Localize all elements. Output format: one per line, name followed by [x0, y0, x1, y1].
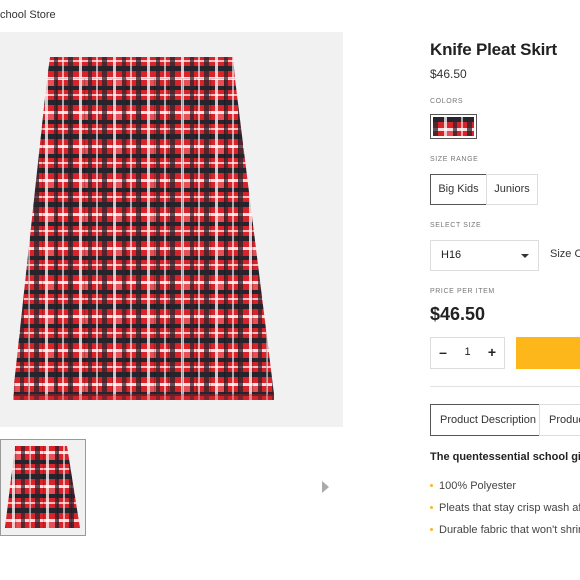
colors-label: COLORS [430, 98, 464, 105]
skirt-thumbnail [1, 440, 85, 535]
size-range-label: SIZE RANGE [430, 156, 479, 163]
select-size-label: SELECT SIZE [430, 222, 482, 229]
size-select[interactable]: H16 [430, 240, 539, 271]
breadcrumb[interactable]: chool Store [0, 9, 56, 21]
description-heading: The quentessential school girl sk [430, 451, 580, 463]
price-per-item-label: PRICE PER ITEM [430, 288, 495, 295]
product-price: $46.50 [430, 67, 467, 81]
bullet-dot-icon [430, 527, 433, 531]
size-range-big-kids-button[interactable]: Big Kids [430, 174, 487, 205]
bullet-dot-icon [430, 483, 433, 487]
list-item: Durable fabric that won't shrink [430, 524, 580, 536]
main-product-image [0, 32, 343, 427]
tab-product-description[interactable]: Product Description [430, 404, 540, 436]
size-select-value: H16 [441, 249, 462, 261]
next-image-arrow-icon[interactable] [322, 481, 329, 493]
list-item: Pleats that stay crisp wash afte [430, 502, 580, 514]
size-range-juniors-button[interactable]: Juniors [486, 174, 538, 205]
bullet-text: Durable fabric that won't shrink [439, 524, 580, 536]
bullet-dot-icon [430, 505, 433, 509]
tab-product-details[interactable]: Produc [539, 404, 580, 436]
color-swatch-plaid[interactable] [430, 114, 477, 139]
list-item: 100% Polyester [430, 480, 516, 492]
size-chart-link[interactable]: Size Ch [550, 248, 580, 260]
price-per-item-value: $46.50 [430, 304, 486, 324]
chevron-down-icon [521, 254, 529, 258]
divider [430, 386, 580, 387]
quantity-increase-button[interactable]: + [485, 344, 499, 360]
bullet-text: 100% Polyester [439, 480, 517, 492]
thumbnail-image[interactable] [0, 439, 86, 536]
quantity-stepper: – 1 + [430, 337, 505, 369]
add-to-cart-button[interactable] [516, 337, 580, 369]
skirt-image [13, 57, 274, 400]
bullet-text: Pleats that stay crisp wash afte [439, 502, 580, 514]
plaid-swatch-icon [433, 117, 474, 136]
product-title: Knife Pleat Skirt [430, 40, 557, 59]
